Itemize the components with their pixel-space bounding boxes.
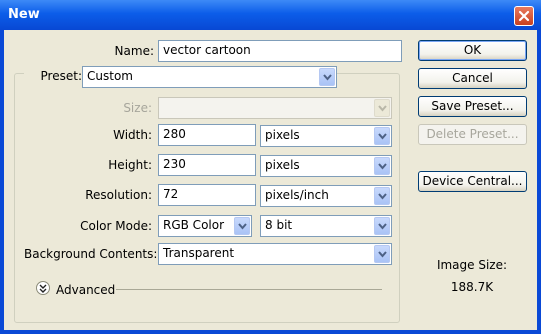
background-contents-select[interactable]: Transparent: [158, 243, 392, 265]
device-central-button[interactable]: Device Central...: [418, 171, 527, 192]
width-unit-value: pixels: [265, 128, 300, 142]
height-label: Height:: [108, 158, 152, 172]
chevron-down-icon: [323, 74, 332, 81]
preset-dropdown-button[interactable]: [319, 68, 335, 86]
advanced-label[interactable]: Advanced: [56, 283, 115, 297]
resolution-label: Resolution:: [85, 188, 152, 202]
chevron-down-icon: [378, 251, 387, 258]
background-contents-value: Transparent: [163, 246, 235, 260]
height-input[interactable]: 230: [158, 154, 256, 176]
size-label: Size:: [123, 101, 152, 115]
chevron-down-icon: [378, 133, 387, 140]
resolution-unit-dropdown-button[interactable]: [374, 187, 390, 205]
resolution-unit-select[interactable]: pixels/inch: [260, 185, 392, 207]
width-input[interactable]: 280: [158, 124, 256, 146]
bit-depth-dropdown-button[interactable]: [374, 217, 390, 235]
height-unit-select[interactable]: pixels: [260, 155, 392, 177]
dialog-window: New Name: vector cartoon Preset: Custom …: [0, 0, 541, 334]
width-unit-dropdown-button[interactable]: [374, 127, 390, 145]
dialog-body: Name: vector cartoon Preset: Custom Size…: [4, 30, 537, 330]
cancel-button[interactable]: Cancel: [418, 68, 527, 89]
close-button[interactable]: [514, 6, 534, 26]
preset-select[interactable]: Custom: [82, 66, 337, 88]
resolution-input[interactable]: 72: [158, 184, 256, 206]
width-unit-select[interactable]: pixels: [260, 125, 392, 147]
chevron-down-icon: [238, 223, 247, 230]
chevron-down-icon: [378, 105, 387, 112]
advanced-expand-icon: [39, 284, 47, 293]
color-mode-value: RGB Color: [163, 218, 225, 232]
chevron-down-icon: [378, 163, 387, 170]
advanced-divider: [116, 289, 382, 290]
width-label: Width:: [113, 128, 152, 142]
bit-depth-value: 8 bit: [265, 218, 293, 232]
bit-depth-select[interactable]: 8 bit: [260, 215, 392, 237]
title-bar[interactable]: New: [0, 0, 541, 30]
color-mode-label: Color Mode:: [80, 219, 152, 233]
name-input[interactable]: vector cartoon: [158, 40, 402, 62]
save-preset-button[interactable]: Save Preset...: [418, 96, 527, 117]
size-dropdown-button: [374, 99, 390, 117]
ok-button[interactable]: OK: [418, 40, 527, 61]
size-select: [158, 97, 392, 119]
background-contents-dropdown-button[interactable]: [374, 245, 390, 263]
image-size-value: 188.7K: [450, 280, 494, 294]
window-title: New: [8, 7, 40, 22]
color-mode-dropdown-button[interactable]: [234, 217, 250, 235]
height-unit-value: pixels: [265, 158, 300, 172]
preset-label: Preset:: [24, 69, 82, 83]
background-contents-label: Background Contents:: [24, 247, 158, 261]
preset-value: Custom: [87, 69, 133, 83]
resolution-unit-value: pixels/inch: [265, 188, 329, 202]
chevron-down-icon: [378, 223, 387, 230]
color-mode-select[interactable]: RGB Color: [158, 215, 252, 237]
close-icon: [518, 10, 530, 22]
height-unit-dropdown-button[interactable]: [374, 157, 390, 175]
name-label: Name:: [114, 44, 154, 58]
delete-preset-button: Delete Preset...: [418, 124, 527, 145]
chevron-down-icon: [378, 193, 387, 200]
image-size-label: Image Size:: [436, 258, 508, 272]
advanced-toggle-button[interactable]: [36, 281, 50, 295]
